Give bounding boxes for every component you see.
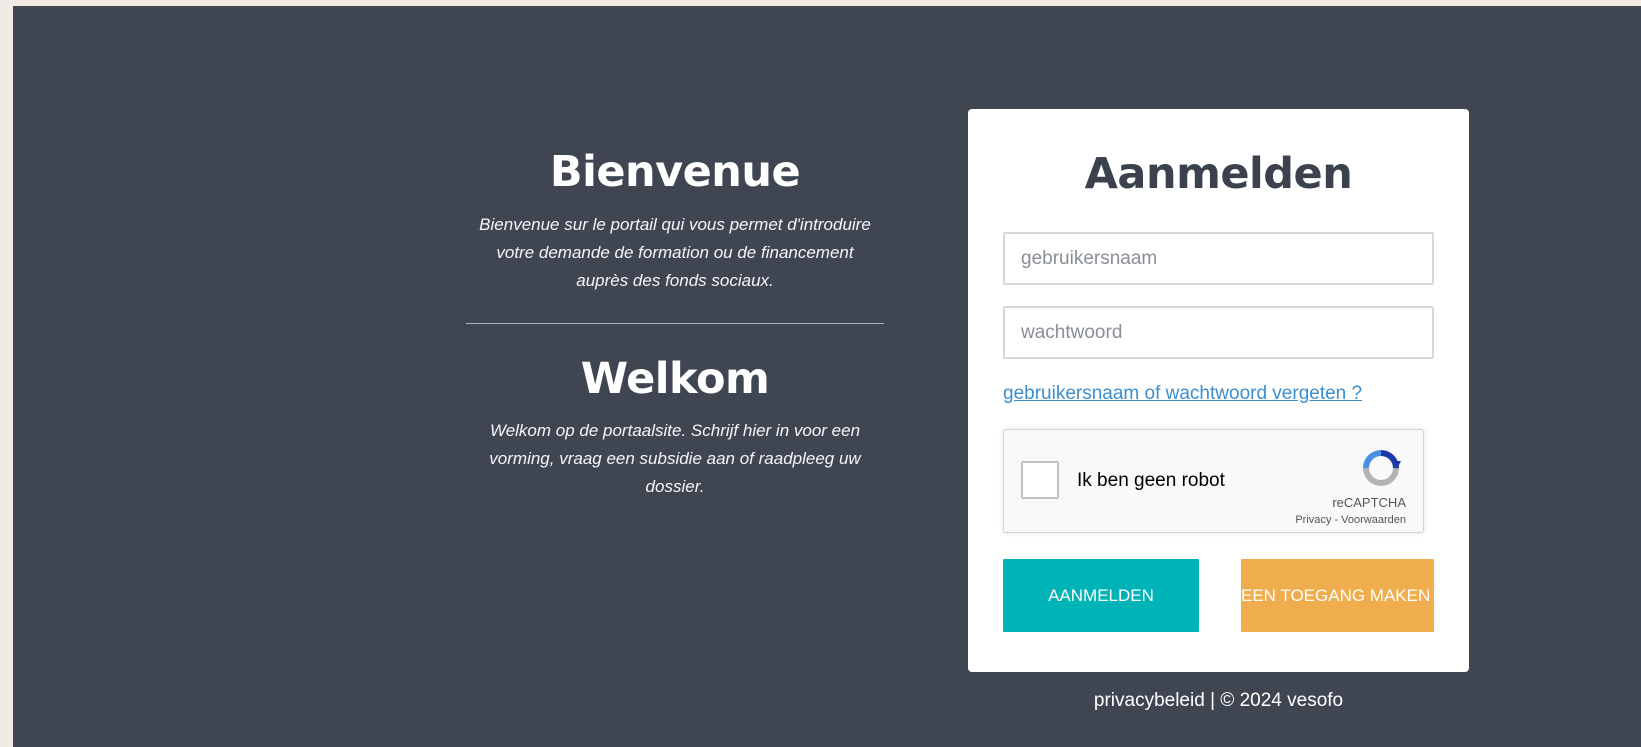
username-input[interactable]	[1003, 232, 1434, 285]
login-card: Aanmelden gebruikersnaam of wachtwoord v…	[968, 109, 1469, 672]
recaptcha-logo-icon	[1363, 450, 1401, 486]
login-title: Aanmelden	[1084, 149, 1353, 199]
welcome-section: Bienvenue Bienvenue sur le portail qui v…	[454, 147, 896, 501]
recaptcha-checkbox[interactable]	[1021, 461, 1059, 499]
create-access-button[interactable]: EEN TOEGANG MAKEN ?	[1241, 559, 1434, 632]
welcome-title-fr: Bienvenue	[549, 147, 801, 197]
recaptcha-links: Privacy - Voorwaarden	[1295, 514, 1406, 526]
forgot-credentials-link[interactable]: gebruikersnaam of wachtwoord vergeten ?	[1003, 383, 1362, 405]
recaptcha-privacy-link[interactable]: Privacy	[1295, 514, 1331, 526]
welcome-text-nl: Welkom op de portaalsite. Schrijf hier i…	[489, 421, 861, 497]
recaptcha-brand: reCAPTCHA	[1332, 495, 1406, 510]
login-button[interactable]: AANMELDEN	[1003, 559, 1199, 632]
recaptcha-widget: Ik ben geen robot reCAPTCHA Privacy - Vo…	[1003, 429, 1424, 533]
recaptcha-links-separator: -	[1331, 514, 1342, 526]
copyright-text: © 2024 vesofo	[1220, 690, 1344, 711]
page-background: Bienvenue Bienvenue sur le portail qui v…	[13, 6, 1641, 747]
recaptcha-label: Ik ben geen robot	[1077, 470, 1225, 491]
footer: privacybeleid | © 2024 vesofo	[968, 690, 1469, 712]
welcome-text-fr: Bienvenue sur le portail qui vous permet…	[479, 214, 871, 290]
welcome-title-nl: Welkom	[580, 353, 770, 404]
privacy-policy-link[interactable]: privacybeleid	[1094, 690, 1205, 711]
password-input[interactable]	[1003, 306, 1434, 359]
footer-separator: |	[1204, 690, 1221, 711]
welcome-divider	[466, 322, 884, 324]
recaptcha-terms-link[interactable]: Voorwaarden	[1341, 514, 1406, 526]
